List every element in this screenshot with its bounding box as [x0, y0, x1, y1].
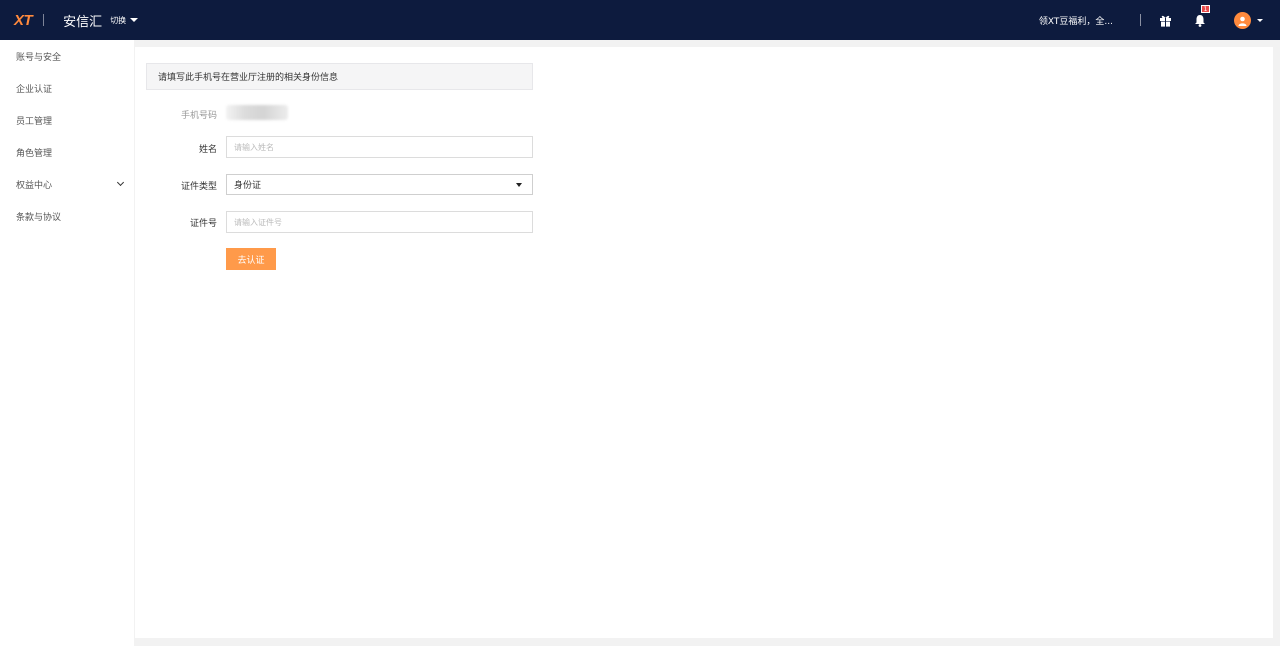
- id-type-label: 证件类型: [180, 182, 217, 192]
- sidebar: 账号与安全 企业认证 员工管理 角色管理 权益中心 条款与协议: [0, 40, 134, 646]
- verify-button[interactable]: 去认证: [226, 248, 276, 270]
- sidebar-item-account-security[interactable]: 账号与安全: [0, 40, 134, 72]
- header-divider: [1140, 14, 1141, 26]
- xt-logo[interactable]: XT: [14, 12, 33, 29]
- user-avatar[interactable]: [1234, 11, 1251, 29]
- sidebar-item-enterprise-verification[interactable]: 企业认证: [0, 72, 134, 104]
- id-number-input[interactable]: 请输入证件号: [226, 211, 533, 233]
- sidebar-item-role-management[interactable]: 角色管理: [0, 136, 134, 168]
- sidebar-item-label: 角色管理: [16, 148, 53, 159]
- notification-badge: 1: [1201, 5, 1210, 13]
- info-notice: 请填写此手机号在营业厅注册的相关身份信息: [146, 63, 533, 90]
- caret-down-icon: [516, 183, 522, 187]
- sidebar-item-label: 权益中心: [16, 180, 53, 191]
- top-right-actions: 领XT豆福利，全... 1: [1039, 0, 1280, 40]
- name-input[interactable]: 请输入姓名: [226, 136, 533, 158]
- id-type-value: 身份证: [234, 181, 262, 191]
- id-type-select[interactable]: 身份证: [226, 174, 533, 195]
- promo-link[interactable]: 领XT豆福利，全...: [1039, 14, 1113, 27]
- sidebar-item-terms-agreements[interactable]: 条款与协议: [0, 200, 134, 232]
- sidebar-item-benefits-center[interactable]: 权益中心: [0, 168, 134, 200]
- company-name: 安信汇: [63, 14, 103, 30]
- bell-icon[interactable]: 1: [1193, 5, 1210, 27]
- sidebar-item-label: 员工管理: [16, 116, 53, 127]
- caret-down-icon: [130, 18, 139, 22]
- id-number-label: 证件号: [189, 219, 217, 229]
- sidebar-item-label: 企业认证: [16, 84, 53, 95]
- logo-divider: [43, 14, 45, 26]
- chevron-down-icon: [116, 178, 125, 187]
- gift-icon[interactable]: [1158, 13, 1172, 27]
- switch-company-button[interactable]: 切换: [110, 15, 139, 26]
- phone-label: 手机号码: [180, 111, 217, 121]
- avatar-caret-icon[interactable]: [1257, 18, 1263, 22]
- main-content: 请填写此手机号在营业厅注册的相关身份信息 手机号码 姓名 请输入姓名 证件类型 …: [135, 47, 1273, 638]
- switch-label: 切换: [110, 15, 127, 25]
- sidebar-item-employee-management[interactable]: 员工管理: [0, 104, 134, 136]
- name-label: 姓名: [198, 145, 217, 155]
- sidebar-item-label: 条款与协议: [16, 212, 62, 223]
- sidebar-item-label: 账号与安全: [16, 52, 62, 63]
- top-navigation-bar: XT 安信汇 切换 领XT豆福利，全... 1: [0, 0, 1280, 40]
- masked-phone-number: [226, 105, 288, 120]
